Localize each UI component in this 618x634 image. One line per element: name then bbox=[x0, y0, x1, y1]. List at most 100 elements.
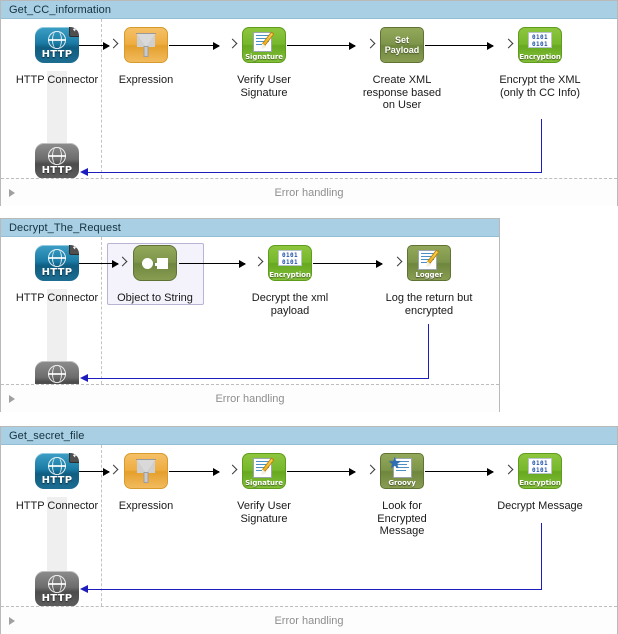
flow-canvas: Get_CC_information HTTP ⇄ HTTP Connector bbox=[0, 0, 618, 634]
signature-banner: Signature bbox=[245, 53, 283, 61]
connector-arrow bbox=[79, 42, 110, 50]
http-response-icon: HTTP bbox=[35, 571, 79, 607]
flow-title: Get_CC_information bbox=[9, 3, 112, 16]
connector-arrow bbox=[79, 260, 119, 268]
globe-icon bbox=[47, 249, 67, 267]
node-label: Verify User Signature bbox=[237, 500, 291, 525]
node-label: Expression bbox=[118, 74, 174, 86]
expression-filter-icon bbox=[124, 27, 168, 63]
logger-banner: Logger bbox=[415, 271, 443, 279]
connector-chevron bbox=[119, 258, 126, 269]
set-payload-icon: Set Payload bbox=[380, 27, 424, 63]
error-handling-bar[interactable]: Error handling bbox=[1, 606, 617, 634]
return-line-vertical bbox=[541, 523, 542, 589]
connector-arrow bbox=[79, 468, 110, 476]
connector-arrow bbox=[179, 260, 246, 268]
encryption-banner: Encryption bbox=[269, 271, 311, 279]
node-expression[interactable]: Expression bbox=[100, 27, 192, 87]
error-handling-bar[interactable]: Error handling bbox=[1, 384, 499, 412]
star-icon: ★ bbox=[388, 455, 402, 472]
return-line-horizontal bbox=[88, 378, 429, 379]
binary-glyph: 0101 0101 bbox=[528, 32, 552, 48]
connector-arrow bbox=[287, 468, 356, 476]
signature-icon: Signature bbox=[242, 27, 286, 63]
encryption-icon: 0101 0101 Encryption bbox=[518, 27, 562, 63]
groovy-icon: ★ Groovy bbox=[380, 453, 424, 489]
connector-arrow bbox=[287, 42, 356, 50]
http-icon-label: HTTP bbox=[41, 475, 73, 486]
node-decrypt-message[interactable]: 0101 0101 Encryption Decrypt Message bbox=[494, 453, 586, 513]
http-response-icon: HTTP bbox=[35, 143, 79, 179]
http-connector-icon: HTTP ⇄ bbox=[35, 27, 79, 63]
connector-chevron bbox=[394, 258, 401, 269]
connector-chevron bbox=[110, 40, 117, 51]
flow-decrypt-the-request[interactable]: Decrypt_The_Request HTTP ⇄ HTTP Connecto… bbox=[0, 218, 500, 412]
node-label: Create XML response based on User bbox=[362, 74, 442, 111]
node-label: HTTP Connector bbox=[15, 500, 99, 512]
connector-arrow bbox=[169, 468, 220, 476]
connector-chevron bbox=[505, 466, 512, 477]
globe-icon bbox=[47, 31, 67, 49]
circle-glyph bbox=[142, 258, 153, 269]
connector-chevron bbox=[255, 258, 262, 269]
inbound-outbound-badge: ⇄ bbox=[69, 453, 79, 463]
node-http-connector[interactable]: HTTP ⇄ HTTP Connector bbox=[11, 245, 103, 305]
globe-icon bbox=[47, 147, 67, 165]
encryption-banner: Encryption bbox=[519, 53, 561, 61]
connector-arrow bbox=[425, 468, 494, 476]
error-handling-label: Error handling bbox=[274, 614, 344, 627]
groovy-banner: Groovy bbox=[388, 479, 416, 487]
flow-header[interactable]: Get_CC_information bbox=[1, 1, 617, 19]
flow-get-secret-file[interactable]: Get_secret_file HTTP ⇄ HTTP Connector HT… bbox=[0, 426, 618, 634]
flow-header[interactable]: Decrypt_The_Request bbox=[1, 219, 499, 237]
http-icon-label: HTTP bbox=[41, 593, 73, 604]
node-label: Decrypt Message bbox=[497, 500, 583, 512]
expander-triangle-icon[interactable] bbox=[9, 616, 15, 625]
flow-get-cc-information[interactable]: Get_CC_information HTTP ⇄ HTTP Connector bbox=[0, 0, 618, 206]
error-handling-bar[interactable]: Error handling bbox=[1, 178, 617, 206]
node-http-connector[interactable]: HTTP ⇄ HTTP Connector bbox=[11, 27, 103, 87]
connector-chevron bbox=[110, 466, 117, 477]
http-icon-label: HTTP bbox=[41, 267, 73, 278]
connector-arrow bbox=[169, 42, 220, 50]
flow-header[interactable]: Get_secret_file bbox=[1, 427, 617, 445]
signature-banner: Signature bbox=[245, 479, 283, 487]
connector-chevron bbox=[367, 40, 374, 51]
return-line-vertical bbox=[428, 324, 429, 378]
connector-arrow bbox=[313, 260, 383, 268]
expression-filter-icon bbox=[124, 453, 168, 489]
set-payload-text: Set Payload bbox=[384, 35, 420, 55]
node-label: Object to String bbox=[117, 292, 193, 304]
node-label: Expression bbox=[118, 500, 174, 512]
http-icon-label: HTTP bbox=[41, 165, 73, 176]
node-http-connector[interactable]: HTTP ⇄ HTTP Connector bbox=[11, 453, 103, 513]
connector-chevron bbox=[229, 40, 236, 51]
logger-icon: Logger bbox=[407, 245, 451, 281]
error-handling-label: Error handling bbox=[274, 186, 344, 199]
flow-title: Decrypt_The_Request bbox=[9, 221, 121, 234]
encryption-banner: Encryption bbox=[519, 479, 561, 487]
node-label: Verify User Signature bbox=[237, 74, 291, 99]
expander-triangle-icon[interactable] bbox=[9, 188, 15, 197]
globe-icon bbox=[47, 365, 67, 383]
node-label: Log the return but encrypted bbox=[385, 292, 473, 317]
flow-title: Get_secret_file bbox=[9, 429, 85, 442]
return-line-horizontal bbox=[88, 172, 542, 173]
node-object-to-string[interactable]: Object to String bbox=[109, 245, 201, 305]
encryption-icon: 0101 0101 Encryption bbox=[268, 245, 312, 281]
connector-chevron bbox=[229, 466, 236, 477]
node-label: Encrypt the XML (only th CC Info) bbox=[499, 74, 581, 99]
encryption-icon: 0101 0101 Encryption bbox=[518, 453, 562, 489]
node-label: HTTP Connector bbox=[15, 292, 99, 304]
node-label: Decrypt the xml payload bbox=[251, 292, 329, 317]
inbound-outbound-badge: ⇄ bbox=[69, 27, 79, 37]
return-line-vertical bbox=[541, 119, 542, 172]
node-expression[interactable]: Expression bbox=[100, 453, 192, 513]
object-to-string-icon bbox=[133, 245, 177, 281]
globe-icon bbox=[47, 575, 67, 593]
binary-glyph: 0101 0101 bbox=[278, 250, 302, 266]
expander-triangle-icon[interactable] bbox=[9, 394, 15, 403]
http-icon-label: HTTP bbox=[41, 49, 73, 60]
return-line-horizontal bbox=[88, 589, 542, 590]
error-handling-label: Error handling bbox=[215, 392, 285, 405]
